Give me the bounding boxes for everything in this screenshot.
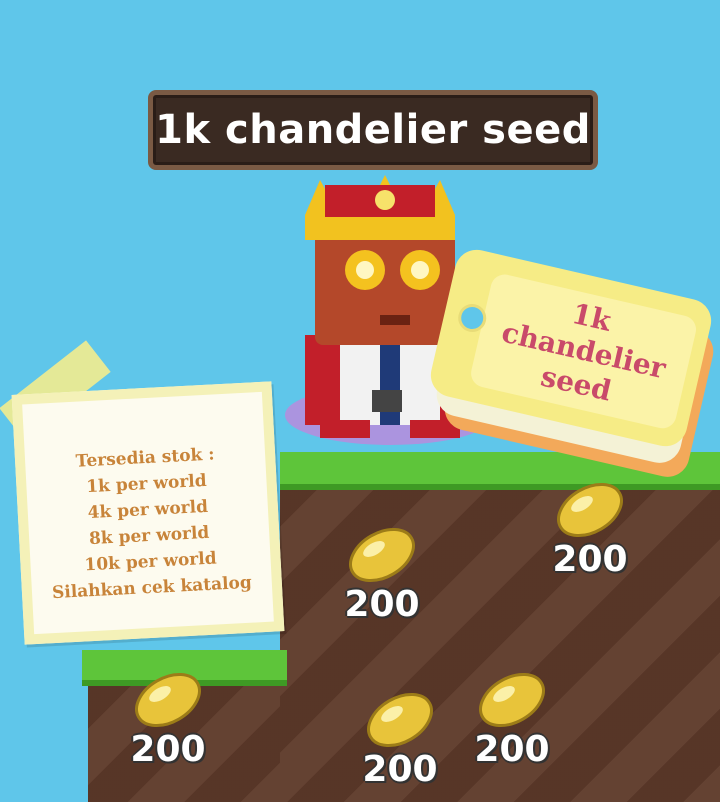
head bbox=[315, 230, 455, 345]
seed-icon bbox=[349, 527, 415, 583]
seed-count: 200 bbox=[362, 749, 438, 790]
seed-icon bbox=[479, 672, 545, 728]
seed-count: 200 bbox=[344, 584, 420, 625]
game-scene: 1k chandelier seed Tersedia stok: 1k pe… bbox=[0, 0, 720, 802]
title-sign: 1k chandelier seed bbox=[148, 90, 598, 170]
seed-count: 200 bbox=[474, 729, 550, 770]
seed-item[interactable]: 200 bbox=[452, 660, 572, 770]
seed-item[interactable]: 200 bbox=[322, 515, 442, 625]
tie bbox=[380, 340, 400, 425]
seed-count: 200 bbox=[552, 539, 628, 580]
seed-item[interactable]: 200 bbox=[108, 660, 228, 770]
seed-icon bbox=[367, 692, 433, 748]
seed-item[interactable]: 200 bbox=[340, 680, 460, 790]
note-lines: Tersedia stok : 1k per world 4k per worl… bbox=[45, 440, 253, 606]
crown-icon bbox=[305, 175, 455, 240]
checker bbox=[372, 390, 402, 412]
seed-count: 200 bbox=[130, 729, 206, 770]
price-tag: 1k chandelier seed bbox=[426, 245, 720, 482]
seed-icon bbox=[557, 482, 623, 538]
seed-item[interactable]: 200 bbox=[530, 470, 650, 580]
tag-text: 1k chandelier seed bbox=[470, 278, 698, 425]
title-text: 1k chandelier seed bbox=[155, 107, 591, 153]
mouth bbox=[380, 315, 410, 325]
stock-note: Tersedia stok : 1k per world 4k per worl… bbox=[11, 381, 285, 645]
seed-icon bbox=[135, 672, 201, 728]
